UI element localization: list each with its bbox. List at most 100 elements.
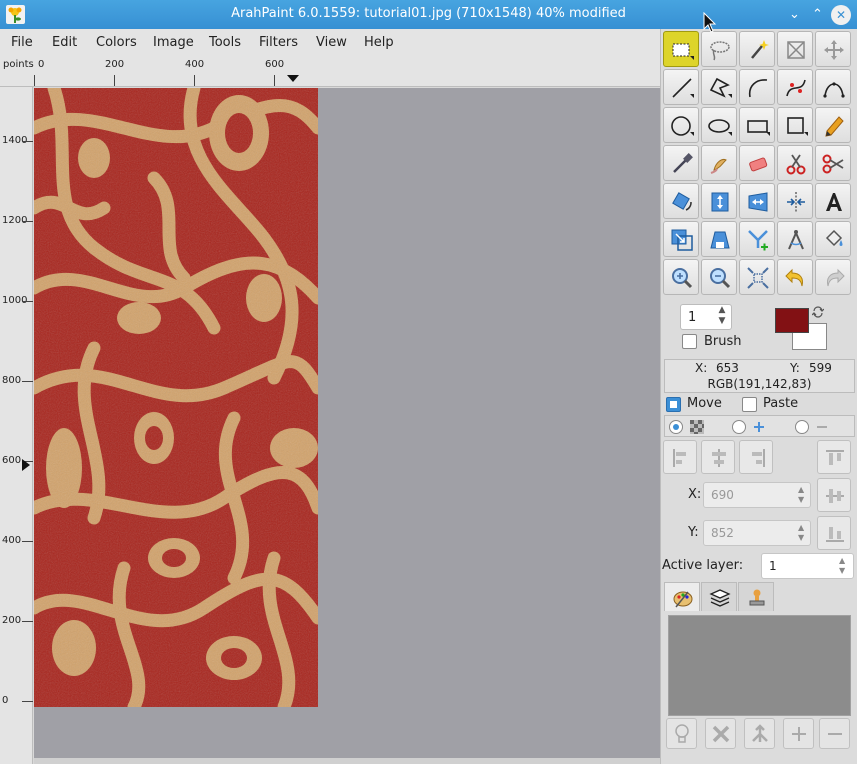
move-label: Move — [687, 396, 722, 411]
menu-file[interactable]: File — [11, 35, 33, 50]
tab-palette[interactable] — [664, 582, 700, 611]
resize-tool[interactable] — [663, 221, 699, 257]
ruler-tick — [22, 701, 33, 702]
fill-bucket-tool[interactable] — [815, 221, 851, 257]
brush-label: Brush — [704, 334, 742, 349]
cut-tool[interactable] — [815, 145, 851, 181]
compass-tool[interactable] — [777, 221, 813, 257]
arc-icon — [748, 79, 768, 98]
align-center-button[interactable] — [701, 440, 735, 474]
move-checkbox[interactable] — [666, 397, 681, 412]
cursor-y-label: Y: — [790, 361, 800, 375]
menu-help[interactable]: Help — [364, 35, 394, 50]
maximize-button[interactable]: ⌃ — [808, 5, 827, 24]
color-picker-icon — [673, 153, 693, 173]
flip-horizontal-tool[interactable] — [739, 183, 775, 219]
active-layer-stepper[interactable]: ▲ ▼ — [839, 556, 845, 576]
mode-subtract-radio[interactable] — [795, 420, 809, 434]
ellipse-tool[interactable] — [701, 107, 737, 143]
zoom-in-tool[interactable] — [663, 259, 699, 295]
position-y-input[interactable]: 852 — [703, 520, 811, 546]
app-window: ArahPaint 6.0.1559: tutorial01.jpg (710x… — [0, 0, 857, 764]
delete-layer-button[interactable] — [705, 718, 736, 749]
align-left-button[interactable] — [663, 440, 697, 474]
add-layer-button[interactable] — [783, 718, 814, 749]
ruler-label: 0 — [2, 695, 9, 706]
perspective-tool[interactable] — [701, 221, 737, 257]
align-bottom-button[interactable] — [817, 516, 851, 550]
smudge-tool[interactable] — [701, 145, 737, 181]
image-canvas[interactable] — [34, 88, 318, 707]
mode-add-radio[interactable] — [732, 420, 746, 434]
merge-layer-button[interactable] — [744, 718, 775, 749]
ruler-tick — [22, 541, 33, 542]
circle-tool[interactable] — [663, 107, 699, 143]
flip-vertical-tool[interactable] — [701, 183, 737, 219]
undo-tool[interactable] — [777, 259, 813, 295]
pencil-tool[interactable] — [815, 107, 851, 143]
transparency-checker-icon — [690, 420, 704, 434]
horizontal-ruler[interactable]: points 0 200 400 600 — [0, 56, 660, 87]
rotate-tool[interactable] — [663, 183, 699, 219]
menu-image[interactable]: Image — [153, 35, 194, 50]
crop-tool[interactable] — [777, 31, 813, 67]
crop-icon — [787, 41, 805, 59]
window-title: ArahPaint 6.0.1559: tutorial01.jpg (710x… — [231, 6, 626, 21]
zoom-fit-tool[interactable] — [739, 259, 775, 295]
menu-filters[interactable]: Filters — [259, 35, 298, 50]
square-tool[interactable] — [777, 107, 813, 143]
flip-vertical-icon — [711, 192, 729, 212]
mode-transparent-radio[interactable] — [669, 420, 683, 434]
arc-tool[interactable] — [739, 69, 775, 105]
split-tool[interactable] — [739, 221, 775, 257]
paste-checkbox[interactable] — [742, 397, 757, 412]
text-tool[interactable] — [815, 183, 851, 219]
ruler-label: 200 — [2, 615, 22, 626]
polygon-tool[interactable] — [701, 69, 737, 105]
menu-colors[interactable]: Colors — [96, 35, 137, 50]
brush-size-stepper[interactable]: ▲ ▼ — [715, 305, 729, 329]
tab-layers[interactable] — [701, 582, 737, 611]
swap-colors-icon[interactable] — [812, 306, 824, 318]
color-picker-tool[interactable] — [663, 145, 699, 181]
remove-icon — [827, 733, 842, 735]
undo-icon — [785, 268, 803, 287]
vertical-ruler[interactable]: 1400 1200 1000 800 600 400 200 0 — [0, 87, 33, 764]
magic-wand-tool[interactable] — [739, 31, 775, 67]
smudge-icon — [710, 159, 727, 174]
cursor-x-label: X: — [695, 361, 708, 375]
horizontal-scrollbar[interactable] — [34, 758, 660, 764]
layer-list[interactable] — [668, 615, 851, 716]
layer-visibility-button[interactable] — [666, 718, 697, 749]
position-x-input[interactable]: 690 — [703, 482, 811, 508]
rectangle-select-tool[interactable] — [663, 31, 699, 67]
rectangle-icon — [747, 120, 770, 136]
align-right-button[interactable] — [739, 440, 773, 474]
align-top-icon — [826, 450, 844, 465]
curve-tool[interactable] — [777, 69, 813, 105]
align-top-button[interactable] — [817, 440, 851, 474]
move-tool[interactable] — [815, 31, 851, 67]
rectangle-tool[interactable] — [739, 107, 775, 143]
menu-view[interactable]: View — [316, 35, 347, 50]
canvas-area[interactable] — [34, 88, 660, 758]
position-y-stepper[interactable]: ▲ ▼ — [798, 523, 804, 543]
foreground-color-swatch[interactable] — [775, 308, 809, 333]
position-x-stepper[interactable]: ▲ ▼ — [798, 485, 804, 505]
lasso-tool[interactable] — [701, 31, 737, 67]
scissors-tool[interactable] — [777, 145, 813, 181]
brush-checkbox[interactable] — [682, 334, 697, 349]
close-button[interactable]: ✕ — [831, 5, 851, 25]
menu-edit[interactable]: Edit — [52, 35, 77, 50]
align-middle-button[interactable] — [817, 478, 851, 512]
tab-stamp[interactable] — [738, 582, 774, 611]
eraser-tool[interactable] — [739, 145, 775, 181]
menu-tools[interactable]: Tools — [209, 35, 241, 50]
line-tool[interactable] — [663, 69, 699, 105]
minimize-button[interactable]: ⌄ — [785, 5, 804, 24]
bezier-tool[interactable] — [815, 69, 851, 105]
redo-tool[interactable] — [815, 259, 851, 295]
symmetry-tool[interactable] — [777, 183, 813, 219]
remove-layer-button[interactable] — [819, 718, 850, 749]
zoom-out-tool[interactable] — [701, 259, 737, 295]
